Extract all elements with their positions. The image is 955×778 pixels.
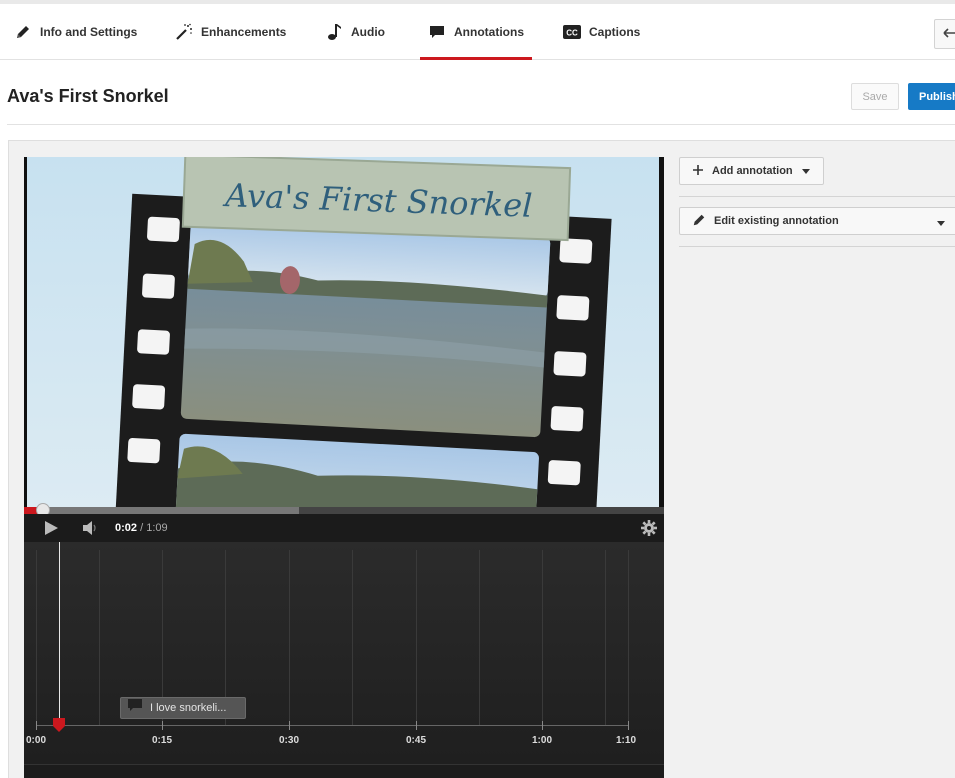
pencil-icon [14, 23, 32, 41]
add-annotation-button[interactable]: Add annotation [679, 157, 824, 185]
tab-audio[interactable]: Audio [325, 4, 385, 60]
tab-info-and-settings[interactable]: Info and Settings [14, 4, 137, 60]
timeline-gridline [352, 550, 353, 725]
divider [679, 246, 955, 247]
divider [7, 124, 955, 125]
page-title: Ava's First Snorkel [7, 86, 169, 106]
timeline-tick [289, 721, 290, 730]
timeline-gridline [479, 550, 480, 725]
timeline-tick-label: 1:10 [615, 735, 637, 746]
add-annotation-label: Add annotation [712, 165, 793, 177]
timeline-tick [162, 721, 163, 730]
timeline-ruler [36, 725, 628, 726]
plus-icon [693, 164, 703, 178]
music-note-icon [325, 23, 343, 41]
tab-label: Audio [351, 25, 385, 39]
annotation-panel: Add annotation Edit existing annotation [679, 157, 955, 778]
tab-label: Captions [589, 25, 641, 39]
current-time: 0:02 [115, 522, 138, 534]
timeline-tick-label: 0:15 [151, 735, 173, 746]
timeline-track-area [24, 764, 664, 778]
video-frame[interactable]: Ava's First Snorkel [24, 157, 664, 507]
annotation-clip[interactable]: I love snorkeli... [120, 697, 246, 719]
timeline-tick [416, 721, 417, 730]
tab-label: Info and Settings [40, 25, 138, 39]
duration: 1:09 [146, 522, 168, 534]
timeline-gridline [628, 550, 629, 725]
video-border [24, 157, 27, 507]
tab-captions[interactable]: CC Captions [563, 4, 640, 60]
timeline-tick [36, 721, 37, 730]
timeline-tick-label: 0:45 [405, 735, 427, 746]
speech-bubble-icon [428, 23, 446, 41]
volume-icon[interactable] [82, 521, 98, 540]
tab-label: Enhancements [201, 25, 287, 39]
pencil-icon [692, 213, 706, 230]
timeline-gridline [36, 550, 37, 725]
editor-tabs: Info and Settings Enhancements Audio Ann… [0, 4, 955, 60]
annotation-timeline[interactable]: I love snorkeli... 0:00 0:15 0:30 0:45 1… [24, 542, 664, 778]
publish-button[interactable]: Publish [908, 83, 955, 110]
save-button[interactable]: Save [851, 83, 899, 110]
cc-icon: CC [563, 23, 581, 41]
caret-down-icon [937, 217, 945, 229]
player-controls: 0:02 / 1:09 [24, 514, 664, 542]
playhead-marker-icon[interactable] [53, 718, 65, 737]
progress-loaded [24, 507, 299, 514]
time-display: 0:02 / 1:09 [115, 522, 168, 534]
magic-wand-icon [175, 23, 193, 41]
gear-icon[interactable] [641, 520, 657, 541]
svg-text:CC: CC [566, 29, 578, 38]
divider [679, 196, 955, 197]
tab-annotations[interactable]: Annotations [420, 4, 532, 60]
timeline-gridline [99, 550, 100, 725]
video-progress-bar[interactable] [24, 503, 664, 517]
back-button[interactable] [934, 19, 955, 49]
annotation-clip-label: I love snorkeli... [150, 702, 227, 714]
timeline-gridline [605, 550, 606, 725]
video-border [659, 157, 664, 507]
timeline-gridline [542, 550, 543, 725]
speech-bubble-icon [128, 699, 142, 717]
edit-existing-annotation-dropdown[interactable]: Edit existing annotation [679, 207, 955, 235]
edit-existing-annotation-label: Edit existing annotation [714, 215, 839, 227]
timeline-tick-label: 1:00 [531, 735, 553, 746]
timeline-gridline [289, 550, 290, 725]
timeline-tick-label: 0:30 [278, 735, 300, 746]
arrow-left-icon [943, 25, 955, 43]
video-thumbnail-image: Ava's First Snorkel [24, 157, 664, 507]
play-icon[interactable] [44, 521, 58, 540]
timeline-tick [628, 721, 629, 730]
caret-down-icon [801, 165, 810, 177]
tab-enhancements[interactable]: Enhancements [175, 4, 286, 60]
timeline-tick-label: 0:00 [25, 735, 47, 746]
tab-label: Annotations [454, 25, 524, 39]
timeline-playhead[interactable] [59, 542, 60, 728]
time-separator: / [137, 522, 147, 534]
timeline-gridline [416, 550, 417, 725]
timeline-tick [542, 721, 543, 730]
